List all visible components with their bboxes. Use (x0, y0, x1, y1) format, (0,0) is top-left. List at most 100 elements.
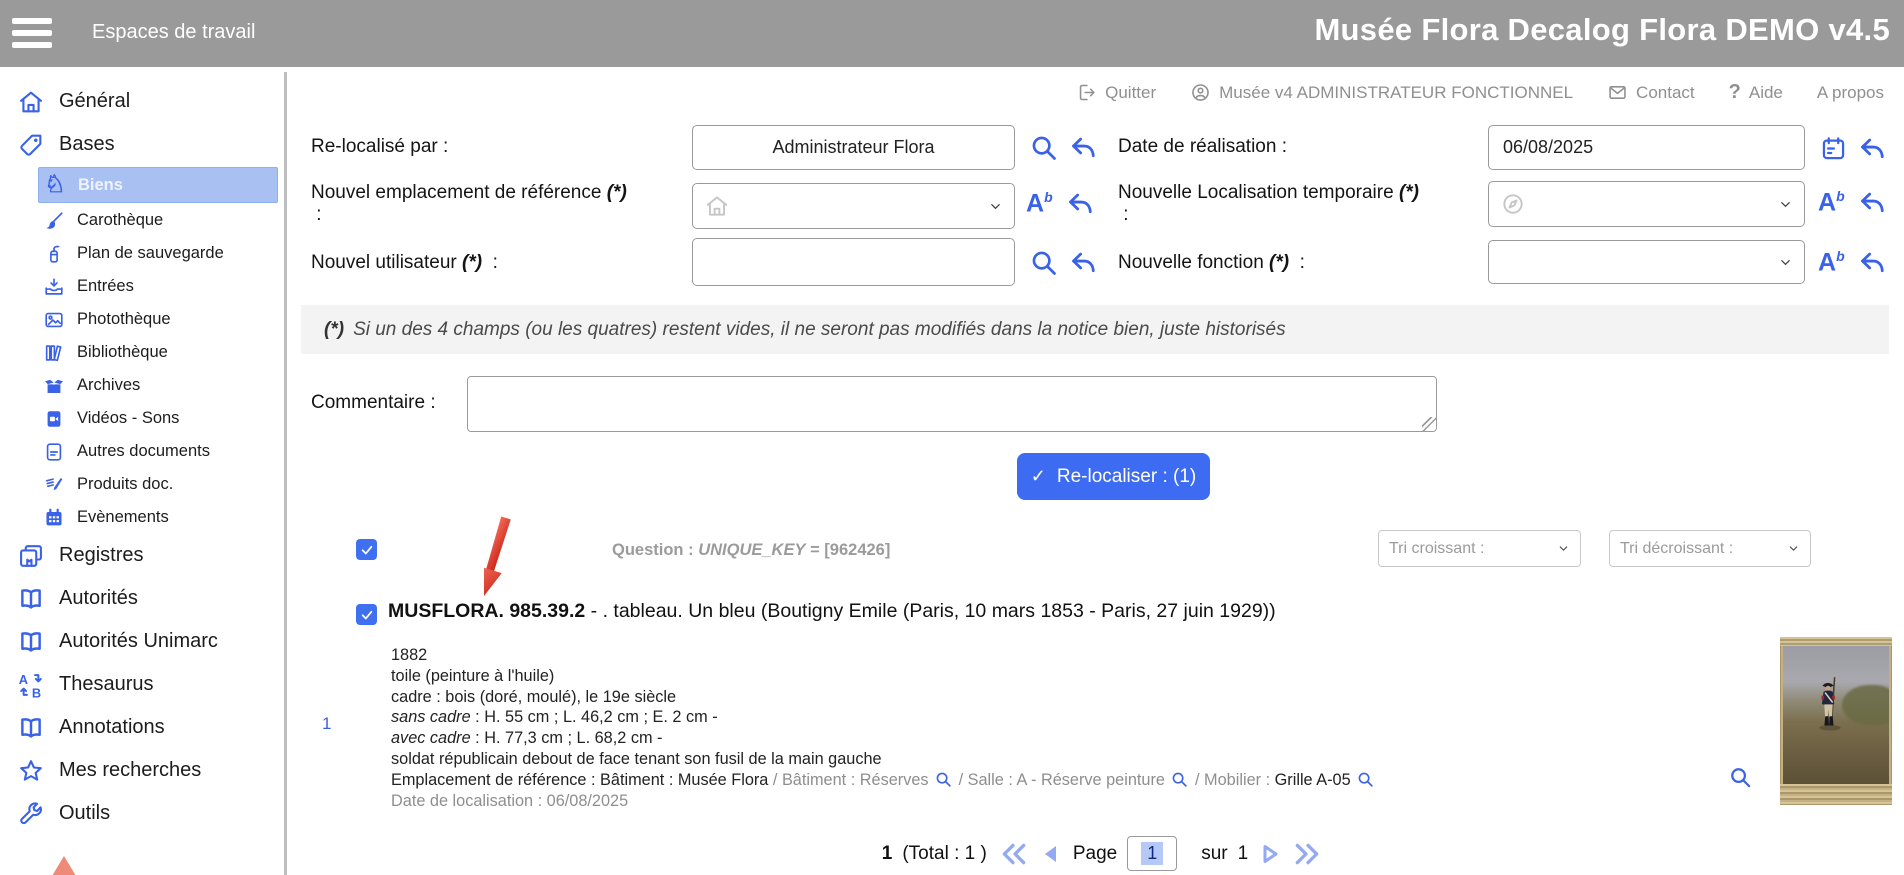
new-function-label: Nouvelle fonction (*) : (1118, 252, 1305, 274)
new-user-input[interactable] (692, 238, 1015, 286)
sort-descending-select[interactable]: Tri décroissant : (1609, 530, 1811, 567)
sidebar-item-general[interactable]: Général (0, 80, 282, 123)
question-text: Question : UNIQUE_KEY = [962426] (612, 541, 890, 560)
authority-ab-icon[interactable]: Ab (1818, 189, 1845, 215)
person-icon (1190, 82, 1211, 103)
sidebar-item-autorites[interactable]: Autorités (0, 577, 282, 620)
authority-ab-icon[interactable]: Ab (1818, 249, 1845, 275)
sidebar-item-biens[interactable]: ♘Biens (38, 167, 278, 203)
last-page-icon[interactable] (1292, 841, 1322, 867)
undo-icon[interactable] (1857, 188, 1886, 217)
sidebar-item-annotations[interactable]: Annotations (0, 706, 282, 749)
relocated-by-label: Re-localisé par : (311, 136, 448, 158)
chevron-down-icon (1778, 255, 1793, 270)
search-icon[interactable] (1171, 771, 1188, 788)
open-book-icon (17, 585, 45, 613)
archive-box-icon (43, 375, 65, 397)
sidebar-item-evenements[interactable]: Evènements (0, 501, 282, 534)
page-number-input[interactable]: 1 (1127, 836, 1177, 871)
detail-description: soldat républicain debout de face tenant… (391, 749, 1376, 770)
search-icon[interactable] (1030, 134, 1058, 162)
open-book-icon (17, 714, 45, 742)
sidebar-item-phototheque[interactable]: Photothèque (0, 303, 282, 336)
workspace-button[interactable]: Espaces de travail (92, 0, 255, 64)
authority-ab-icon[interactable]: Ab (1026, 190, 1053, 216)
record-id: MUSFLORA. 985.39.2 (388, 600, 585, 622)
search-icon[interactable] (1030, 249, 1058, 277)
relocate-button[interactable]: ✓ Re-localiser : (1) (1017, 453, 1210, 500)
utility-bar: Quitter Musée v4 ADMINISTRATEUR FONCTION… (1076, 81, 1884, 104)
next-page-icon[interactable] (1258, 841, 1282, 867)
video-file-icon (43, 408, 65, 430)
about-button[interactable]: A propos (1817, 83, 1884, 103)
sidebar-item-archives[interactable]: Archives (0, 369, 282, 402)
record-checkbox[interactable] (356, 604, 377, 625)
sidebar-item-carotheque[interactable]: Carothèque (0, 204, 282, 237)
sidebar-item-entrees[interactable]: Entrées (0, 270, 282, 303)
pagination-total: (Total : 1 ) (902, 843, 986, 865)
record-search-icon[interactable] (1729, 766, 1752, 789)
undo-icon[interactable] (1068, 248, 1097, 277)
sidebar-item-produits-doc[interactable]: Produits doc. (0, 468, 282, 501)
hamburger-menu-icon[interactable] (12, 13, 56, 53)
sort-ascending-select[interactable]: Tri croissant : (1378, 530, 1581, 567)
search-icon[interactable] (935, 771, 952, 788)
red-annotation-arrow (484, 516, 564, 611)
tag-icon (17, 131, 45, 159)
app-title: Musée Flora Decalog Flora DEMO v4.5 (1314, 0, 1890, 60)
record-thumbnail-painting[interactable] (1780, 637, 1892, 805)
help-button[interactable]: ?Aide (1729, 81, 1783, 104)
contact-button[interactable]: Contact (1607, 82, 1695, 103)
chevron-down-icon (988, 199, 1003, 214)
undo-icon[interactable] (1857, 134, 1886, 163)
note-text: Si un des 4 champs (ou les quatres) rest… (353, 319, 1286, 341)
sidebar-item-bases[interactable]: Bases (0, 123, 282, 166)
soldier-figure (1809, 668, 1855, 760)
sidebar-item-outils[interactable]: Outils (0, 792, 282, 835)
undo-icon[interactable] (1065, 189, 1094, 218)
previous-page-icon[interactable] (1039, 841, 1063, 867)
home-icon (704, 193, 730, 219)
record-title[interactable]: MUSFLORA. 985.39.2 - . tableau. Un bleu … (388, 600, 1276, 623)
detail-year: 1882 (391, 645, 1376, 666)
new-location-ref-select[interactable] (692, 183, 1015, 229)
inbox-download-icon (43, 276, 65, 298)
date-realisation-label: Date de réalisation : (1118, 136, 1287, 158)
quit-button[interactable]: Quitter (1076, 82, 1156, 103)
books-icon (43, 342, 65, 364)
exit-icon (1076, 82, 1097, 103)
undo-icon[interactable] (1857, 248, 1886, 277)
first-page-icon[interactable] (999, 841, 1029, 867)
fire-extinguisher-icon (43, 243, 65, 265)
calendar-icon[interactable] (1820, 135, 1847, 162)
sidebar-item-bibliotheque[interactable]: Bibliothèque (0, 336, 282, 369)
select-all-checkbox[interactable] (356, 539, 377, 560)
undo-icon[interactable] (1068, 133, 1097, 162)
date-realisation-input[interactable] (1488, 125, 1805, 170)
relocated-by-input[interactable] (692, 125, 1015, 170)
detail-location-date: Date de localisation : 06/08/2025 (391, 791, 1376, 812)
question-mark-icon: ? (1729, 81, 1741, 104)
sidebar-item-thesaurus[interactable]: Thesaurus (0, 663, 282, 706)
new-function-select[interactable] (1488, 240, 1805, 284)
sidebar-item-registres[interactable]: Registres (0, 534, 282, 577)
new-temp-location-select[interactable] (1488, 181, 1805, 227)
comment-textarea[interactable] (467, 376, 1437, 432)
open-book-icon (17, 628, 45, 656)
account-button[interactable]: Musée v4 ADMINISTRATEUR FONCTIONNEL (1190, 82, 1573, 103)
red-pointer-triangle (52, 856, 76, 875)
workspace-label: Espaces de travail (92, 21, 255, 44)
search-icon[interactable] (1357, 771, 1374, 788)
sidebar-item-mes-recherches[interactable]: Mes recherches (0, 749, 282, 792)
sidebar-nav: Général Bases ♘Biens Carothèque Plan de … (0, 67, 282, 875)
image-icon (43, 309, 65, 331)
sidebar-item-autorites-unimarc[interactable]: Autorités Unimarc (0, 620, 282, 663)
sidebar-item-videos-sons[interactable]: Vidéos - Sons (0, 402, 282, 435)
date-actions (1820, 134, 1886, 163)
detail-location-line: Emplacement de référence : Bâtiment : Mu… (391, 770, 1376, 791)
sidebar-item-autres-documents[interactable]: Autres documents (0, 435, 282, 468)
app-window: Espaces de travail Musée Flora Decalog F… (0, 0, 1904, 875)
chess-knight-icon: ♘ (44, 174, 66, 196)
sidebar-item-plan-sauvegarde[interactable]: Plan de sauvegarde (0, 237, 282, 270)
registers-icon (17, 542, 45, 570)
